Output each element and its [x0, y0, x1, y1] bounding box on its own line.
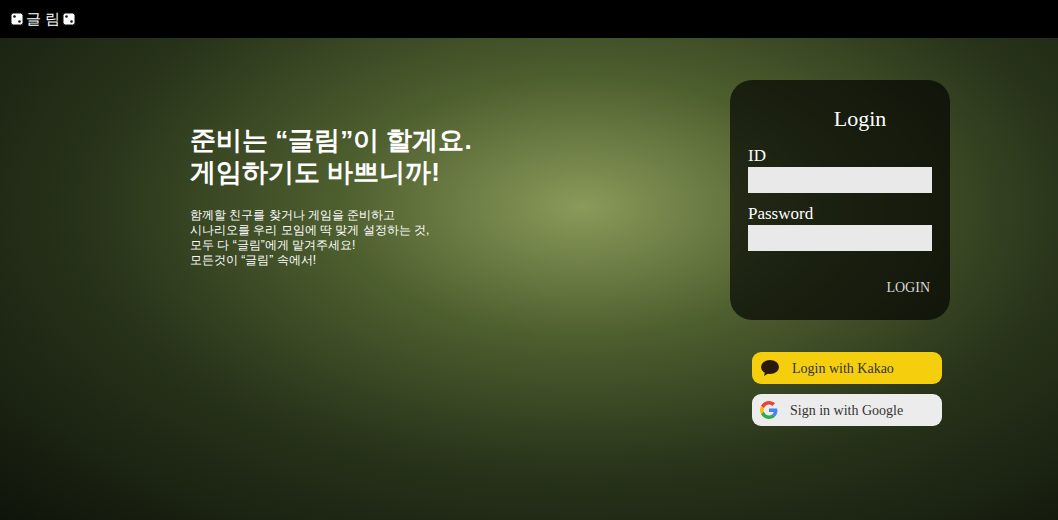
dice-icon	[10, 12, 24, 26]
hero-headline: 준비는 “글림”이 할게요.	[190, 124, 472, 156]
field-label: Password	[748, 203, 932, 225]
hero-description: 모두 다 “글림”에게 맡겨주세요!	[190, 238, 472, 253]
top-bar: 글 림	[0, 0, 1058, 38]
login-column: Login ID Password LOGIN Login with Kakao Sign…	[730, 38, 950, 520]
login-panel: Login ID Password LOGIN	[730, 80, 950, 320]
kakao-login-button[interactable]: Login with Kakao	[752, 352, 942, 384]
hero-text: 준비는 “글림”이 할게요.게임하기도 바쁘니까! 함께할 친구를 찾거나 게임을…	[0, 38, 472, 520]
logo[interactable]: 글 림	[10, 8, 76, 31]
social-button-label: Login with Kakao	[792, 358, 894, 379]
field-input[interactable]	[748, 225, 932, 251]
app: 글 림준비는 “글림”이 할게요.게임하기도 바쁘니까! 함께할 친구를 찾거나 …	[0, 0, 1058, 520]
google-g-icon	[760, 401, 778, 419]
google-login-button[interactable]: Sign in with Google	[752, 394, 942, 426]
hero-background: 준비는 “글림”이 할게요.게임하기도 바쁘니까! 함께할 친구를 찾거나 게임을…	[0, 38, 1058, 520]
login-field: ID	[748, 145, 932, 193]
login-field: Password	[748, 203, 932, 251]
field-input[interactable]	[748, 167, 932, 193]
login-button[interactable]: LOGIN	[886, 277, 932, 298]
logo-text: 글 림	[26, 8, 60, 31]
hero-description: 함께할 친구를 찾거나 게임을 준비하고	[190, 208, 472, 223]
hero-description: 시나리오를 우리 모임에 딱 맞게 설정하는 것,	[190, 223, 472, 238]
social-buttons: Login with Kakao Sign in with Google	[730, 352, 950, 426]
hero-headline: 게임하기도 바쁘니까!	[190, 156, 472, 188]
dice-red-icon	[62, 12, 76, 26]
field-label: ID	[748, 145, 932, 167]
hero-description: 모든것이 “글림” 속에서!	[190, 253, 472, 268]
kakao-chat-icon	[760, 359, 780, 377]
social-button-label: Sign in with Google	[790, 400, 903, 421]
login-title: Login	[748, 102, 932, 135]
